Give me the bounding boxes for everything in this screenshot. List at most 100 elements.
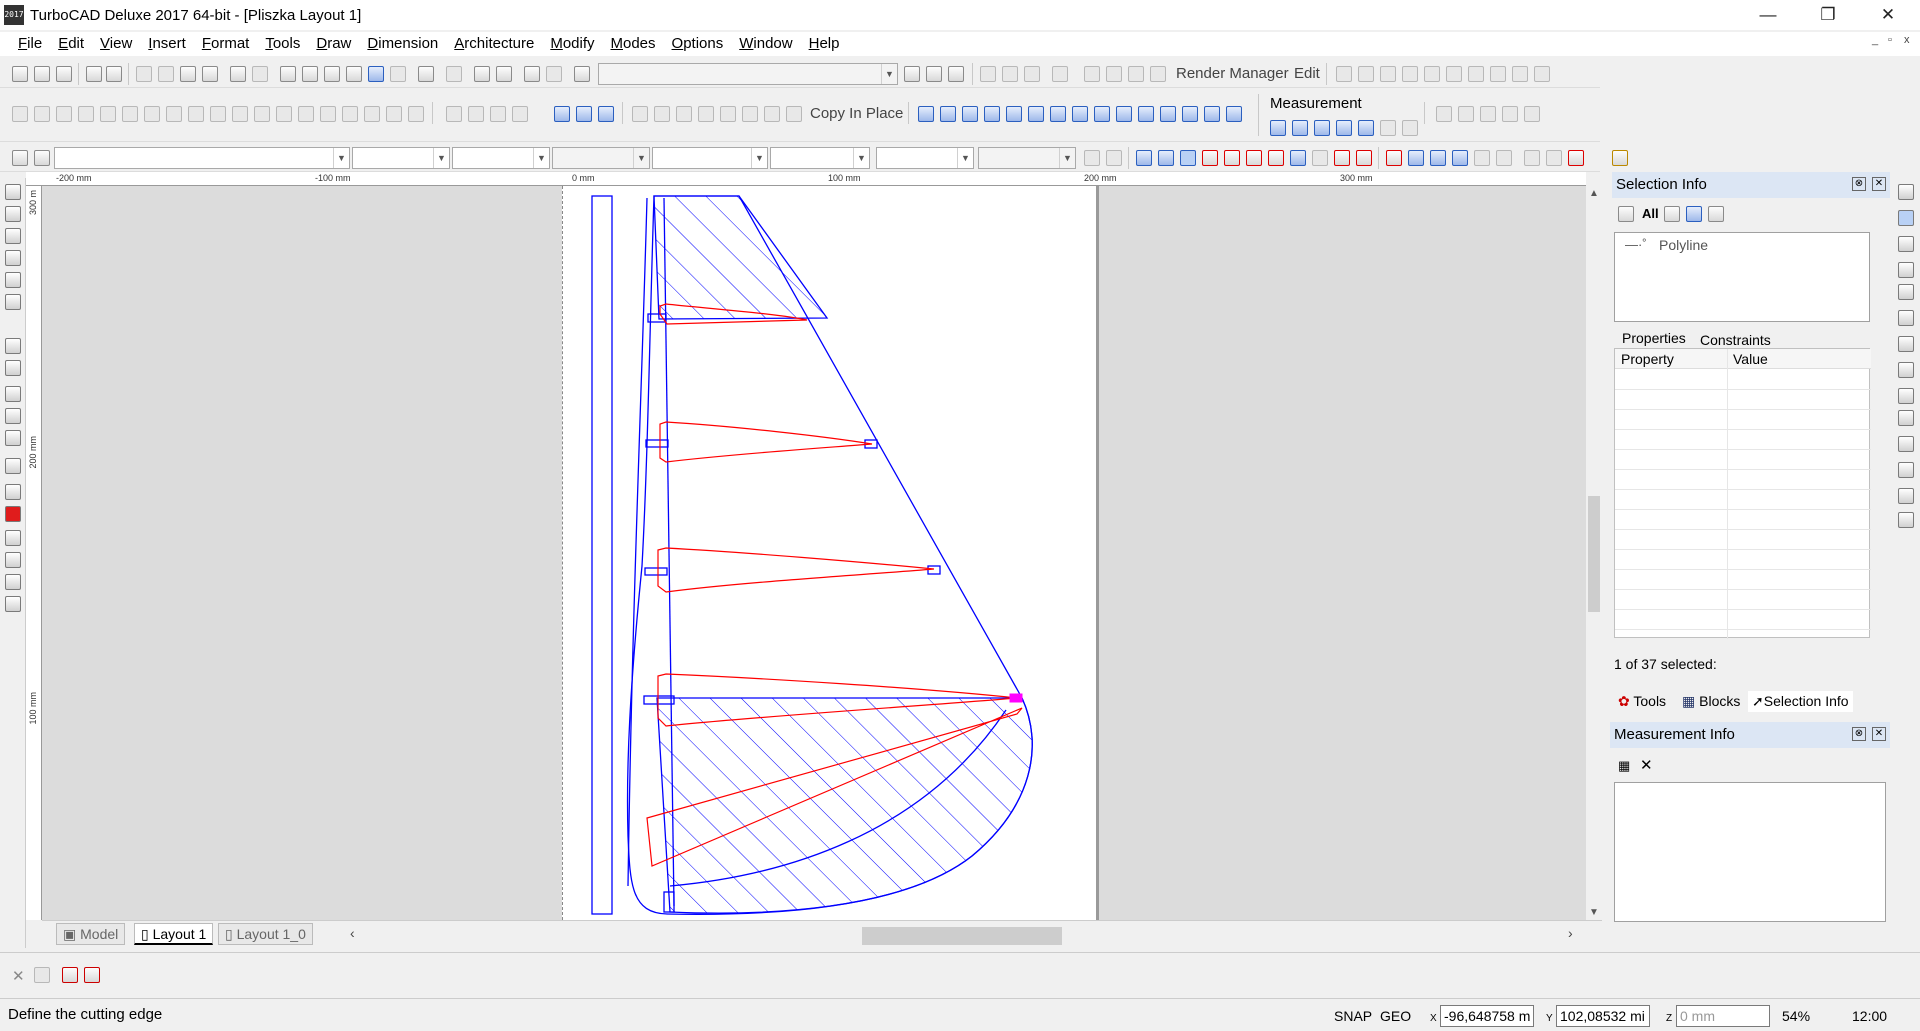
measure-icon[interactable] [1024, 66, 1040, 82]
fillet-icon[interactable] [320, 106, 336, 122]
selection-info-icon[interactable] [1898, 210, 1914, 226]
zoom-window-icon[interactable] [324, 66, 340, 82]
chamfer-icon[interactable] [342, 106, 358, 122]
object-snap-icon[interactable] [496, 66, 512, 82]
array-tool-icon[interactable] [5, 530, 21, 546]
menu-modify[interactable]: Modify [542, 32, 602, 56]
render-wire-icon[interactable] [1084, 66, 1100, 82]
chamfer-2d-icon[interactable] [1408, 150, 1424, 166]
menu-architecture[interactable]: Architecture [446, 32, 542, 56]
view-iso4-icon[interactable] [1534, 66, 1550, 82]
snap-draw-icon[interactable] [1204, 106, 1220, 122]
render-full-icon[interactable] [1150, 66, 1166, 82]
view-bottom-icon[interactable] [1446, 66, 1462, 82]
font-size-select[interactable]: ▼ [978, 147, 1076, 169]
drawing-svg[interactable] [42, 186, 1586, 920]
snap-circle-icon[interactable] [1094, 106, 1110, 122]
copy-icon[interactable] [158, 66, 174, 82]
spring-icon[interactable] [276, 106, 292, 122]
mirror-tool-icon[interactable] [5, 552, 21, 568]
point-icon[interactable] [5, 228, 21, 244]
layers-palette-icon[interactable] [1898, 236, 1914, 252]
layers-icon[interactable] [524, 66, 540, 82]
save-icon[interactable] [56, 66, 72, 82]
insert-icon[interactable] [5, 430, 21, 446]
redraw-icon[interactable] [418, 66, 434, 82]
mast-outline[interactable] [591, 195, 613, 915]
view-iso3-icon[interactable] [1512, 66, 1528, 82]
menu-options[interactable]: Options [664, 32, 732, 56]
print-style-icon[interactable] [1084, 150, 1100, 166]
grid-icon[interactable] [446, 66, 462, 82]
sphere-icon[interactable] [56, 106, 72, 122]
tab-selection-info[interactable]: ➚Selection Info [1748, 691, 1853, 712]
zoom-selection-icon[interactable] [1708, 206, 1724, 222]
snap-tangent-icon[interactable] [1006, 106, 1022, 122]
luminaires-icon[interactable] [1898, 410, 1914, 426]
curve-icon[interactable] [5, 294, 21, 310]
property-grid[interactable]: Property Value [1614, 348, 1871, 639]
tree-icon[interactable] [1898, 488, 1914, 504]
menu-tools[interactable]: Tools [257, 32, 308, 56]
boolean-split-icon[interactable] [512, 106, 528, 122]
copy-in-place-label[interactable]: Copy In Place [810, 105, 903, 122]
tab-layout-1-0[interactable]: ▯ Layout 1_0 [218, 923, 313, 945]
offset-icon[interactable] [1430, 150, 1446, 166]
menu-edit[interactable]: Edit [50, 32, 92, 56]
circle-icon[interactable] [1312, 150, 1328, 166]
trim-icon[interactable] [1136, 150, 1152, 166]
select-by-icon[interactable] [980, 66, 996, 82]
properties-icon[interactable] [34, 967, 50, 983]
menu-format[interactable]: Format [194, 32, 258, 56]
snap-perpendicular-icon[interactable] [1050, 106, 1066, 122]
table-icon[interactable] [298, 106, 314, 122]
horizontal-scroll-thumb[interactable] [862, 927, 1062, 945]
boolean-subtract-icon[interactable] [468, 106, 484, 122]
vertical-scrollbar[interactable]: ▲ ▼ [1586, 186, 1602, 920]
select-window-icon[interactable] [1002, 66, 1018, 82]
prism-icon[interactable] [144, 106, 160, 122]
font-select[interactable]: ▼ [876, 147, 974, 169]
app-logo-icon[interactable]: 2017 [4, 5, 24, 25]
move-node-icon[interactable] [1568, 150, 1584, 166]
y-coordinate-field[interactable]: 102,08532 mi [1556, 1005, 1650, 1027]
z-coordinate-field[interactable]: 0 mm [1676, 1005, 1770, 1027]
view-iso-icon[interactable] [1468, 66, 1484, 82]
pin-icon[interactable]: ⊗ [1852, 727, 1866, 741]
linewidth-select[interactable]: ▼ [552, 147, 650, 169]
view-front-icon[interactable] [1336, 66, 1352, 82]
polyline-tree-item[interactable]: Polyline [1659, 237, 1708, 253]
cone-icon[interactable] [100, 106, 116, 122]
thicken-icon[interactable] [408, 106, 424, 122]
copy-icon-2[interactable] [632, 106, 648, 122]
menu-view[interactable]: View [92, 32, 140, 56]
orbit-icon[interactable] [1458, 106, 1474, 122]
measure-area-icon[interactable] [1314, 120, 1330, 136]
table-palette-icon[interactable] [1898, 336, 1914, 352]
mdi-restore-button[interactable]: ▫ [1888, 34, 1892, 46]
print-preview-icon[interactable] [106, 66, 122, 82]
snap-nearest-icon[interactable] [1072, 106, 1088, 122]
torus-icon[interactable] [78, 106, 94, 122]
new-file-icon[interactable] [12, 66, 28, 82]
menu-help[interactable]: Help [801, 32, 848, 56]
eraser-icon[interactable] [5, 484, 21, 500]
library-icon[interactable] [926, 66, 942, 82]
print-icon[interactable] [86, 66, 102, 82]
filter-icon[interactable] [1664, 206, 1680, 222]
workplane-icon[interactable] [546, 66, 562, 82]
menu-dimension[interactable]: Dimension [359, 32, 446, 56]
line-icon[interactable] [5, 250, 21, 266]
snap-relative-icon[interactable] [1138, 106, 1154, 122]
walk-icon[interactable] [1480, 106, 1496, 122]
menu-window[interactable]: Window [731, 32, 800, 56]
measure-angle-icon[interactable] [1292, 120, 1308, 136]
extend-icon[interactable] [1158, 150, 1174, 166]
view-iso2-icon[interactable] [1490, 66, 1506, 82]
lights-icon[interactable] [1898, 388, 1914, 404]
drawing-canvas[interactable] [42, 186, 1586, 920]
view-back-icon[interactable] [1358, 66, 1374, 82]
tab-blocks[interactable]: ▦ Blocks [1682, 693, 1740, 710]
scroll-right-icon[interactable]: › [1568, 925, 1573, 941]
arc-edit-icon[interactable] [1496, 150, 1512, 166]
